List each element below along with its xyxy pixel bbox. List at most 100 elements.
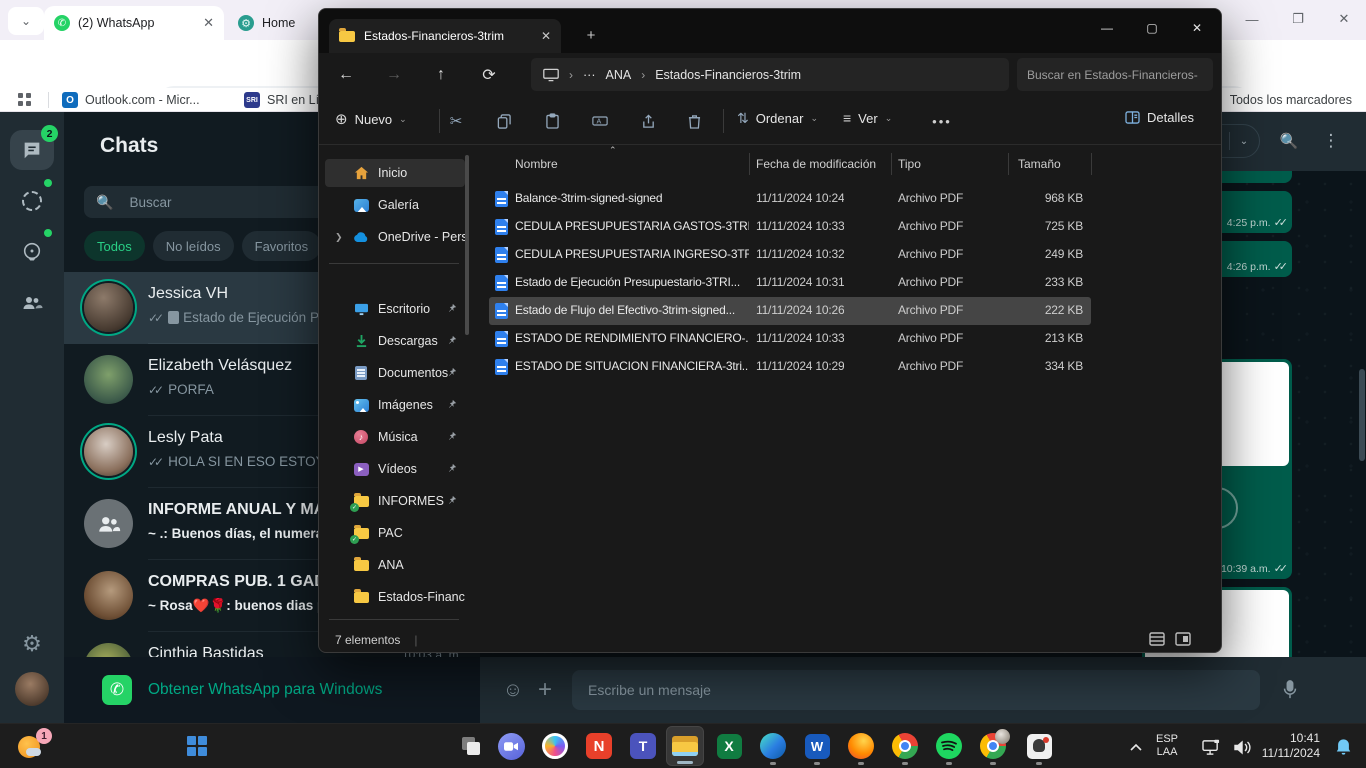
avatar[interactable]: [84, 283, 133, 332]
get-whatsapp-banner[interactable]: ✆ Obtener WhatsApp para Windows: [64, 657, 480, 723]
status-nav-icon[interactable]: [10, 181, 54, 221]
sidebar-item-documentos[interactable]: Documentos: [325, 359, 465, 387]
user-avatar[interactable]: [15, 672, 49, 706]
details-button[interactable]: Detalles: [1125, 110, 1194, 125]
breadcrumb-item[interactable]: ANA: [606, 68, 632, 82]
avatar[interactable]: [84, 355, 133, 404]
cut-icon[interactable]: ✂: [441, 107, 471, 135]
taskbar-app-chrome-profile[interactable]: [974, 726, 1012, 766]
tab-whatsapp[interactable]: ✆ (2) WhatsApp ✕: [44, 6, 224, 40]
chevron-down-icon[interactable]: ⌄: [1230, 136, 1258, 147]
browser-minimize-button[interactable]: —: [1232, 4, 1272, 34]
weather-widget[interactable]: 1: [18, 732, 48, 762]
taskbar-app-teams[interactable]: T: [624, 726, 662, 766]
taskbar-app-firefox[interactable]: [842, 726, 880, 766]
avatar[interactable]: [84, 427, 133, 476]
tab-home[interactable]: ⚙ Home: [230, 6, 326, 40]
tab-close-icon[interactable]: ✕: [541, 29, 551, 43]
nav-refresh-icon[interactable]: ⟳: [474, 61, 504, 89]
new-button[interactable]: ⊕ Nuevo ⌄: [335, 110, 407, 128]
explorer-search-input[interactable]: [1027, 68, 1203, 82]
sidebar-item-imagenes[interactable]: Imágenes: [325, 391, 465, 419]
taskbar-app-nitro-pdf[interactable]: N: [580, 726, 618, 766]
message-input[interactable]: [588, 682, 1244, 698]
message-input-wrap[interactable]: [572, 670, 1260, 710]
channels-nav-icon[interactable]: [10, 231, 54, 271]
start-button[interactable]: [178, 726, 216, 766]
breadcrumb[interactable]: › ··· ANA › Estados-Financieros-3trim: [531, 58, 1009, 91]
all-bookmarks-button[interactable]: ▣ Todos los marcadores: [1211, 92, 1352, 107]
tray-expand-chevron-icon[interactable]: [1122, 734, 1150, 760]
network-icon[interactable]: [1196, 734, 1226, 760]
explorer-titlebar[interactable]: Estados-Financieros-3trim ✕ + — ▢ ✕: [319, 9, 1221, 53]
mic-icon[interactable]: [1260, 680, 1320, 700]
attach-plus-icon[interactable]: +: [528, 676, 562, 704]
breadcrumb-item[interactable]: Estados-Financieros-3trim: [655, 68, 801, 82]
nav-back-icon[interactable]: ←: [331, 61, 361, 89]
avatar[interactable]: [84, 571, 133, 620]
bookmark-outlook[interactable]: O Outlook.com - Micr...: [62, 92, 200, 108]
explorer-maximize-button[interactable]: ▢: [1130, 13, 1174, 43]
file-row-selected[interactable]: Estado de Flujo del Efectivo-3trim-signe…: [489, 297, 1091, 325]
file-row[interactable]: Balance-3trim-signed-signed 11/11/2024 1…: [489, 185, 1091, 213]
column-header-nombre[interactable]: Nombre: [515, 157, 558, 171]
new-tab-icon[interactable]: +: [577, 21, 605, 49]
language-indicator[interactable]: ESP LAA: [1156, 733, 1178, 759]
sidebar-item-galeria[interactable]: Galería: [325, 191, 465, 219]
taskbar-app-chrome[interactable]: [886, 726, 924, 766]
large-icons-view-icon[interactable]: [1175, 632, 1191, 649]
sidebar-item-ana[interactable]: ANA: [325, 551, 465, 579]
volume-icon[interactable]: [1228, 734, 1258, 760]
chats-nav-icon[interactable]: 2: [10, 130, 54, 170]
nav-forward-icon[interactable]: →: [379, 61, 409, 89]
tab-close-icon[interactable]: ✕: [203, 15, 214, 31]
expand-chevron-icon[interactable]: ❯: [335, 232, 343, 243]
browser-close-button[interactable]: ✕: [1324, 4, 1364, 34]
notification-bell-icon[interactable]: [1328, 733, 1358, 761]
view-button[interactable]: ≡ Ver ⌄: [843, 110, 892, 126]
sidebar-item-videos[interactable]: ▶ Vídeos: [325, 455, 465, 483]
conversation-scrollbar[interactable]: [1359, 369, 1365, 461]
nav-up-icon[interactable]: ↑: [426, 61, 456, 89]
file-row[interactable]: ESTADO DE RENDIMIENTO FINANCIERO-... 11/…: [489, 325, 1091, 353]
tab-search-button[interactable]: ⌄: [8, 7, 44, 35]
sidebar-item-escritorio[interactable]: Escritorio: [325, 295, 465, 323]
apps-grid-icon[interactable]: [18, 93, 32, 107]
emoji-icon[interactable]: ☺: [498, 679, 528, 702]
sidebar-item-descargas[interactable]: Descargas: [325, 327, 465, 355]
sidebar-item-estados-financieros[interactable]: Estados-Financi: [325, 583, 465, 611]
filter-unread[interactable]: No leídos: [153, 231, 234, 261]
explorer-close-button[interactable]: ✕: [1175, 13, 1219, 43]
sidebar-item-onedrive[interactable]: ❯ OneDrive - Pers: [325, 223, 465, 251]
explorer-tab[interactable]: Estados-Financieros-3trim ✕: [329, 19, 561, 53]
conversation-menu-icon[interactable]: ⋮: [1316, 126, 1346, 156]
explorer-search[interactable]: [1017, 58, 1213, 91]
taskbar-app-chat[interactable]: [492, 726, 530, 766]
task-view-button[interactable]: [452, 726, 490, 766]
paste-icon[interactable]: [537, 107, 567, 135]
taskbar-app-edge-2[interactable]: [754, 726, 792, 766]
filter-favorites[interactable]: Favoritos: [242, 231, 321, 261]
sort-button[interactable]: ⇅ Ordenar ⌄: [737, 110, 818, 127]
browser-restore-button[interactable]: ❐: [1278, 4, 1318, 34]
explorer-minimize-button[interactable]: —: [1085, 13, 1129, 43]
breadcrumb-ellipsis[interactable]: ···: [583, 68, 596, 82]
share-icon[interactable]: [633, 107, 663, 135]
sidebar-scrollbar[interactable]: [465, 155, 469, 335]
taskbar-app-explorer[interactable]: [666, 726, 704, 766]
list-view-icon[interactable]: [1149, 632, 1165, 649]
file-row[interactable]: ESTADO DE SITUACION FINANCIERA-3tri... 1…: [489, 353, 1091, 381]
sidebar-item-pac[interactable]: ✓ PAC: [325, 519, 465, 547]
settings-gear-icon[interactable]: ⚙: [10, 624, 54, 664]
filter-all[interactable]: Todos: [84, 231, 145, 261]
column-header-fecha[interactable]: Fecha de modificación: [756, 157, 876, 171]
sidebar-item-musica[interactable]: ♪ Música: [325, 423, 465, 451]
file-row[interactable]: CEDULA PRESUPUESTARIA INGRESO-3TRI... 11…: [489, 241, 1091, 269]
sidebar-item-inicio[interactable]: Inicio: [325, 159, 465, 187]
conversation-search-icon[interactable]: 🔍: [1274, 126, 1304, 156]
column-header-tipo[interactable]: Tipo: [898, 157, 921, 171]
clock[interactable]: 10:41 11/11/2024: [1258, 731, 1320, 761]
copy-icon[interactable]: [489, 107, 519, 135]
taskbar-app-java[interactable]: [1020, 726, 1058, 766]
taskbar-app-word[interactable]: W: [798, 726, 836, 766]
